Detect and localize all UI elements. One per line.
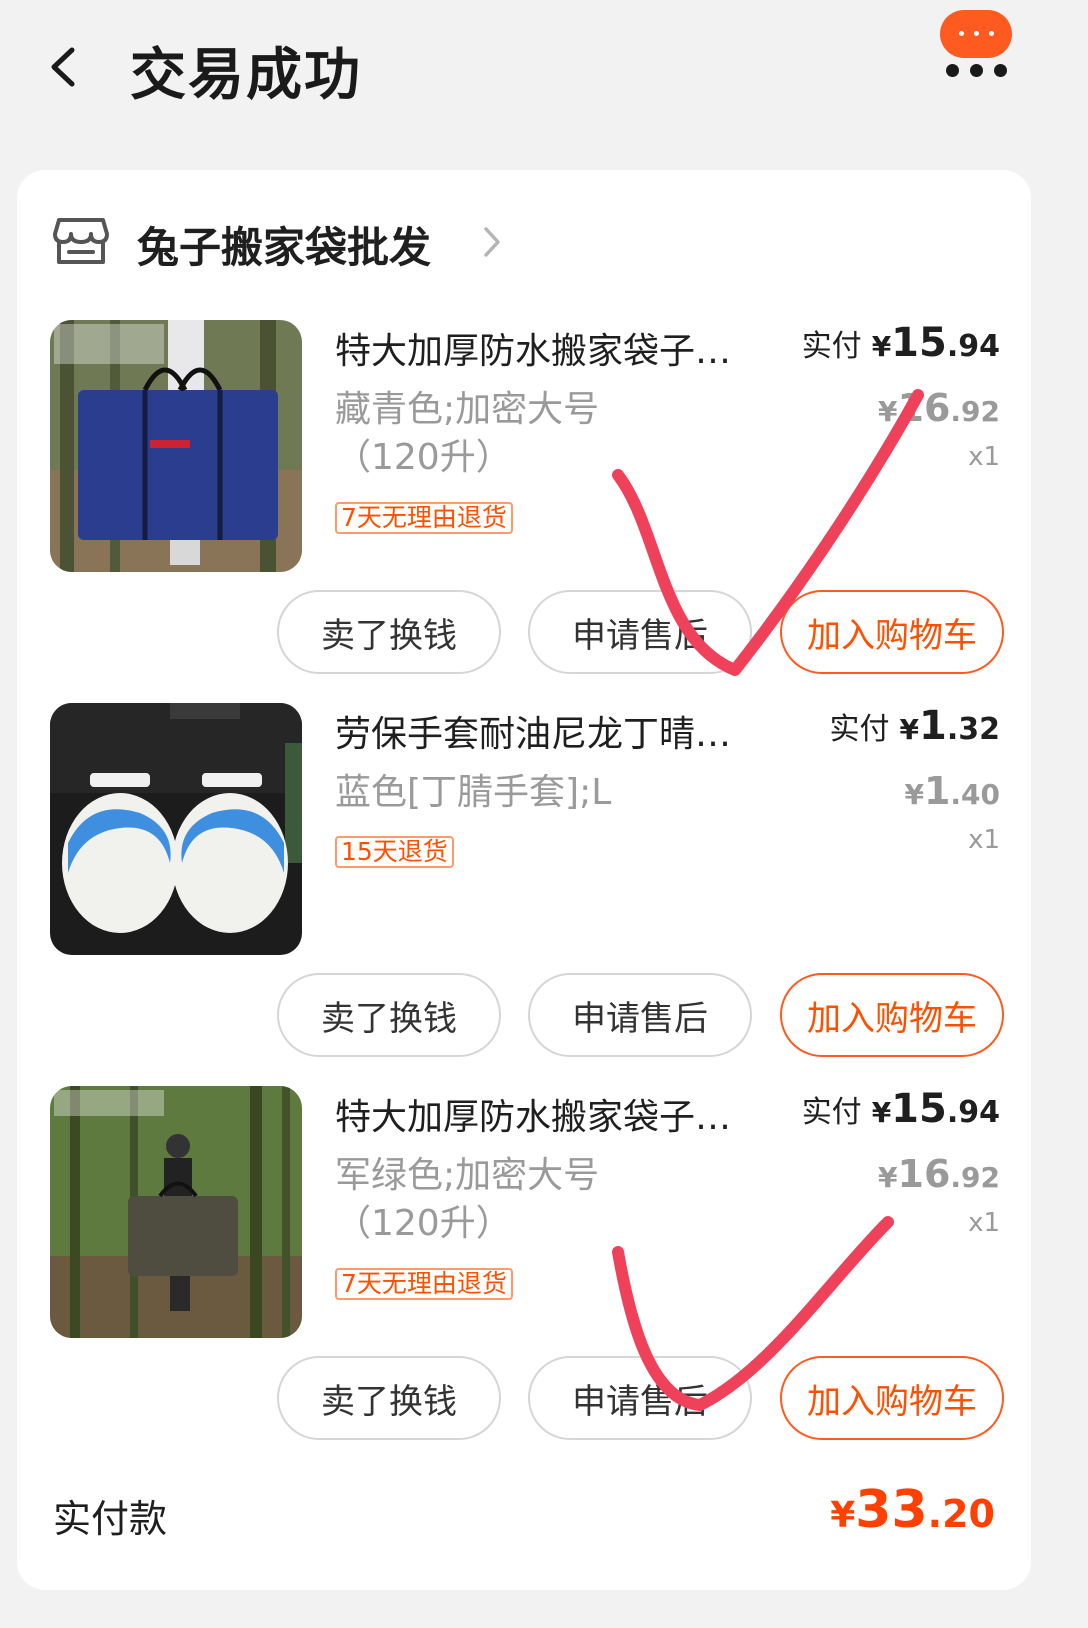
add-to-cart-button[interactable]: 加入购物车 bbox=[780, 1356, 1004, 1440]
quantity: x1 bbox=[968, 825, 1000, 855]
paid-price: 实付 ¥15.94 bbox=[802, 1086, 1000, 1132]
order-card: 兔子搬家袋批发 特大加厚防水搬家袋子… 藏青色;加密大号（120升） 7天无理由… bbox=[17, 170, 1031, 1590]
page-title: 交易成功 bbox=[130, 43, 362, 108]
more-menu-button[interactable] bbox=[938, 10, 1014, 80]
order-item: 特大加厚防水搬家袋子… 藏青色;加密大号（120升） 7天无理由退货 实付 ¥15… bbox=[17, 320, 1031, 703]
price-decimal: .92 bbox=[950, 1161, 1000, 1194]
currency-symbol: ¥ bbox=[830, 1495, 856, 1536]
sell-button[interactable]: 卖了换钱 bbox=[277, 973, 501, 1057]
chevron-right-icon[interactable] bbox=[481, 224, 503, 260]
return-policy-badge: 7天无理由退货 bbox=[335, 502, 513, 534]
sell-button[interactable]: 卖了换钱 bbox=[277, 590, 501, 674]
price-integer: 15 bbox=[891, 1086, 947, 1132]
product-image[interactable] bbox=[50, 703, 302, 955]
order-item: 劳保手套耐油尼龙丁晴… 蓝色[丁腈手套];L 15天退货 实付 ¥1.32 ¥1.… bbox=[17, 703, 1031, 1086]
add-to-cart-button[interactable]: 加入购物车 bbox=[780, 590, 1004, 674]
original-price: ¥16.92 bbox=[878, 386, 1000, 430]
price-integer: 16 bbox=[897, 386, 951, 430]
currency-symbol: ¥ bbox=[871, 330, 892, 363]
price-decimal: .32 bbox=[946, 712, 1000, 747]
paid-price: 实付 ¥1.32 bbox=[830, 703, 1000, 749]
top-bar: 交易成功 bbox=[0, 0, 1048, 140]
price-integer: 16 bbox=[897, 1152, 951, 1196]
price-integer: 1 bbox=[923, 769, 951, 813]
more-icon[interactable] bbox=[946, 64, 1008, 78]
price-decimal: .92 bbox=[950, 395, 1000, 428]
message-bubble-icon[interactable] bbox=[940, 10, 1012, 58]
product-spec: 藏青色;加密大号（120升） bbox=[335, 389, 600, 478]
after-sales-button[interactable]: 申请售后 bbox=[528, 973, 752, 1057]
original-price: ¥1.40 bbox=[904, 769, 1000, 813]
shop-name[interactable]: 兔子搬家袋批发 bbox=[137, 214, 431, 275]
currency-symbol: ¥ bbox=[904, 778, 924, 811]
product-image[interactable] bbox=[50, 320, 302, 572]
product-name[interactable]: 特大加厚防水搬家袋子… bbox=[335, 322, 785, 374]
currency-symbol: ¥ bbox=[878, 1161, 898, 1194]
return-policy-badge: 7天无理由退货 bbox=[335, 1268, 513, 1300]
price-integer: 33 bbox=[855, 1480, 928, 1540]
store-icon bbox=[53, 218, 109, 264]
original-price: ¥16.92 bbox=[878, 1152, 1000, 1196]
paid-label: 实付 bbox=[801, 1095, 862, 1130]
quantity: x1 bbox=[968, 1208, 1000, 1238]
after-sales-button[interactable]: 申请售后 bbox=[528, 1356, 752, 1440]
product-name[interactable]: 特大加厚防水搬家袋子… bbox=[335, 1088, 785, 1140]
price-decimal: .94 bbox=[946, 329, 1000, 364]
product-name[interactable]: 劳保手套耐油尼龙丁晴… bbox=[335, 705, 785, 757]
currency-symbol: ¥ bbox=[899, 713, 919, 746]
paid-label: 实付 bbox=[829, 712, 890, 747]
total-label: 实付款 bbox=[53, 1497, 168, 1541]
price-decimal: .94 bbox=[946, 1095, 1000, 1130]
product-spec: 军绿色;加密大号（120升） bbox=[335, 1155, 600, 1244]
return-policy-badge: 15天退货 bbox=[335, 836, 454, 868]
sell-button[interactable]: 卖了换钱 bbox=[277, 1356, 501, 1440]
price-decimal: .20 bbox=[927, 1492, 995, 1536]
product-image[interactable] bbox=[50, 1086, 302, 1338]
price-integer: 1 bbox=[919, 703, 947, 749]
currency-symbol: ¥ bbox=[878, 395, 898, 428]
total-amount: ¥33.20 bbox=[830, 1480, 995, 1540]
product-spec: 蓝色[丁腈手套];L bbox=[335, 772, 612, 813]
price-decimal: .40 bbox=[950, 778, 1000, 811]
price-integer: 15 bbox=[891, 320, 947, 366]
quantity: x1 bbox=[968, 442, 1000, 472]
paid-label: 实付 bbox=[801, 329, 862, 364]
add-to-cart-button[interactable]: 加入购物车 bbox=[780, 973, 1004, 1057]
order-item: 特大加厚防水搬家袋子… 军绿色;加密大号（120升） 7天无理由退货 实付 ¥15… bbox=[17, 1086, 1031, 1469]
after-sales-button[interactable]: 申请售后 bbox=[528, 590, 752, 674]
currency-symbol: ¥ bbox=[871, 1096, 892, 1129]
chevron-left-icon[interactable] bbox=[44, 42, 84, 92]
paid-price: 实付 ¥15.94 bbox=[802, 320, 1000, 366]
